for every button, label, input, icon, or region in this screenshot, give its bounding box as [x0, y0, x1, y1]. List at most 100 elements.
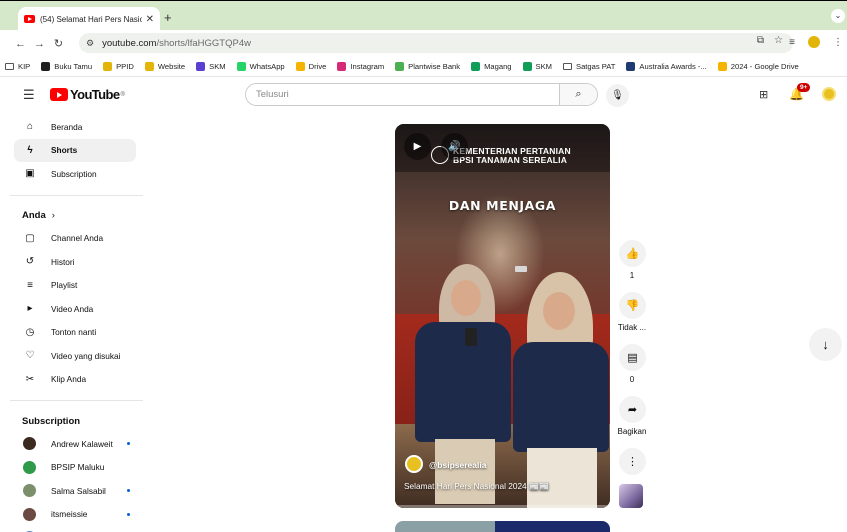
- watch-later-icon: ◷: [25, 326, 35, 338]
- subscription-item[interactable]: Andrew Kalaweit: [14, 432, 136, 456]
- folder-icon: [5, 63, 14, 70]
- sidebar-item-tonton-nanti[interactable]: ◷ Tonton nanti: [14, 321, 136, 345]
- bookmark-item[interactable]: Instagram: [337, 62, 384, 71]
- sidebar-item-shorts[interactable]: ϟ Shorts: [14, 138, 136, 162]
- sound-thumbnail[interactable]: [619, 484, 643, 508]
- sidebar-item-playlist[interactable]: ≡ Playlist: [14, 274, 136, 298]
- browser-menu-icon[interactable]: ⋮: [833, 37, 843, 48]
- url-host: youtube.com: [102, 37, 157, 49]
- next-short-preview[interactable]: [495, 521, 610, 532]
- sidebar-item-histori[interactable]: ↺ Histori: [14, 250, 136, 274]
- bookmark-item[interactable]: Australia Awards -...: [626, 62, 707, 71]
- bookmark-label: PPID: [116, 62, 134, 71]
- you-section-heading[interactable]: Anda ›: [0, 205, 145, 227]
- search-button[interactable]: ⌕: [559, 84, 597, 105]
- forward-icon[interactable]: →: [30, 38, 49, 50]
- bookmark-item[interactable]: 2024 - Google Drive: [717, 62, 799, 71]
- bookmark-item[interactable]: WhatsApp: [236, 62, 285, 71]
- bookmark-item[interactable]: Drive: [295, 62, 326, 71]
- new-tab-icon[interactable]: +: [164, 10, 172, 25]
- profile-avatar-icon[interactable]: [808, 36, 820, 48]
- sidebar-item-beranda[interactable]: ⌂ Beranda: [14, 115, 136, 139]
- subscription-item[interactable]: itsmeissie: [14, 503, 136, 527]
- volume-button[interactable]: 🔊: [441, 133, 468, 160]
- sidebar-item-label: Channel Anda: [51, 233, 104, 244]
- shorts-player[interactable]: KEMENTERIAN PERTANIAN BPSI TANAMAN SEREA…: [395, 124, 610, 508]
- media-controls-icon[interactable]: ≡: [789, 37, 795, 48]
- new-content-dot: [127, 442, 130, 446]
- bookmark-item[interactable]: Buku Tamu: [41, 62, 92, 71]
- voice-search-button[interactable]: 🎙: [606, 84, 629, 107]
- more-actions-button[interactable]: ⋮: [619, 448, 646, 475]
- bookmark-label: Australia Awards -...: [639, 62, 707, 71]
- account-avatar[interactable]: [822, 87, 836, 101]
- subscription-item[interactable]: Jazzi Gaming: [14, 526, 136, 532]
- bookmark-item[interactable]: KIP: [5, 62, 30, 71]
- channel-avatar: [23, 437, 36, 451]
- sidebar-item-video-anda[interactable]: ▸ Video Anda: [14, 297, 136, 321]
- next-short-button[interactable]: ↓: [809, 328, 842, 361]
- bookmark-item[interactable]: SKM: [196, 62, 226, 71]
- search-input[interactable]: [246, 84, 559, 105]
- your-videos-icon: ▸: [27, 303, 33, 315]
- bookmark-item[interactable]: Satgas PAT: [563, 62, 615, 71]
- bookmark-item[interactable]: Plantwise Bank: [395, 62, 460, 71]
- bookmark-item[interactable]: Magang: [471, 62, 512, 71]
- channel-name[interactable]: @bsipserealia: [429, 460, 486, 470]
- channel-avatar[interactable]: [405, 455, 423, 473]
- address-bar[interactable]: ⚙ youtube.com/shorts/lfaHGGTQP4w ⧉ ☆: [79, 33, 793, 53]
- chevron-right-icon: ›: [51, 210, 55, 221]
- menu-icon[interactable]: ☰: [23, 87, 35, 103]
- site-info-icon[interactable]: ⚙: [86, 38, 94, 49]
- browser-tab[interactable]: (54) Selamat Hari Pers Nasio ✕: [18, 7, 160, 31]
- create-icon[interactable]: ⊞: [759, 88, 768, 101]
- tab-title: (54) Selamat Hari Pers Nasio: [40, 14, 142, 24]
- dislike-button[interactable]: 👎: [619, 292, 646, 319]
- bookmarks-bar: KIP Buku Tamu PPID Website SKM WhatsApp Drive I…: [0, 57, 847, 77]
- like-button[interactable]: 👍: [619, 240, 646, 267]
- subscription-item[interactable]: BPSIP Maluku: [14, 456, 136, 480]
- sidebar-item-label: Shorts: [51, 145, 78, 156]
- reload-icon[interactable]: ↻: [49, 37, 68, 50]
- instagram-icon: [337, 62, 347, 71]
- bookmark-label: SKM: [209, 62, 226, 71]
- sidebar-item-subscription[interactable]: ▣ Subscription: [14, 162, 136, 186]
- more-vertical-icon: ⋮: [627, 456, 638, 468]
- dislike-label: Tidak ...: [617, 323, 647, 332]
- sidebar-item-label: Playlist: [51, 280, 78, 291]
- video-person-right: [505, 272, 610, 508]
- folder-icon: [563, 63, 572, 70]
- you-nav: ▢ Channel Anda ↺ Histori ≡ Playlist ▸ Video And…: [0, 227, 145, 392]
- notification-badge: 9+: [797, 83, 811, 92]
- drive-icon: [295, 62, 305, 71]
- search-box: ⌕: [245, 83, 598, 106]
- youtube-logo[interactable]: YouTube ®: [50, 87, 125, 102]
- progress-bar[interactable]: [395, 505, 610, 508]
- bookmark-label: Plantwise Bank: [408, 62, 461, 71]
- bookmark-label: 2024 - Google Drive: [730, 62, 799, 71]
- share-button[interactable]: ➦: [619, 396, 646, 423]
- sidebar-item-channel-anda[interactable]: ▢ Channel Anda: [14, 227, 136, 251]
- subscription-item[interactable]: Salma Salsabil: [14, 479, 136, 503]
- sidebar-item-klip-anda[interactable]: ✂ Klip Anda: [14, 368, 136, 392]
- comments-button[interactable]: ▤: [619, 344, 646, 371]
- tab-close-icon[interactable]: ✕: [146, 14, 154, 25]
- bookmark-item[interactable]: Website: [144, 62, 185, 71]
- sidebar-divider: [10, 400, 143, 401]
- bookmark-item[interactable]: SKM: [522, 62, 552, 71]
- subscriptions-heading: Subscription: [22, 415, 81, 427]
- play-button[interactable]: ▶: [404, 133, 431, 160]
- video-title[interactable]: Selamat Hari Pers Nasional 2024 📰📰: [404, 481, 550, 492]
- next-short-preview[interactable]: [395, 521, 495, 532]
- tab-search-icon[interactable]: ⌄: [831, 9, 845, 23]
- arrow-down-icon: ↓: [822, 337, 829, 352]
- play-icon: ▶: [413, 141, 422, 152]
- bookmark-item[interactable]: PPID: [103, 62, 134, 71]
- sidebar-item-label: Subscription: [51, 168, 97, 179]
- share-icon: ➦: [627, 404, 638, 416]
- install-app-icon[interactable]: ⧉: [757, 35, 764, 46]
- sidebar-item-video-yang-disukai[interactable]: ♡ Video yang disukai: [14, 344, 136, 368]
- subscription-label: Salma Salsabil: [51, 485, 106, 496]
- back-icon[interactable]: ←: [11, 38, 30, 50]
- bookmark-star-icon[interactable]: ☆: [774, 35, 783, 46]
